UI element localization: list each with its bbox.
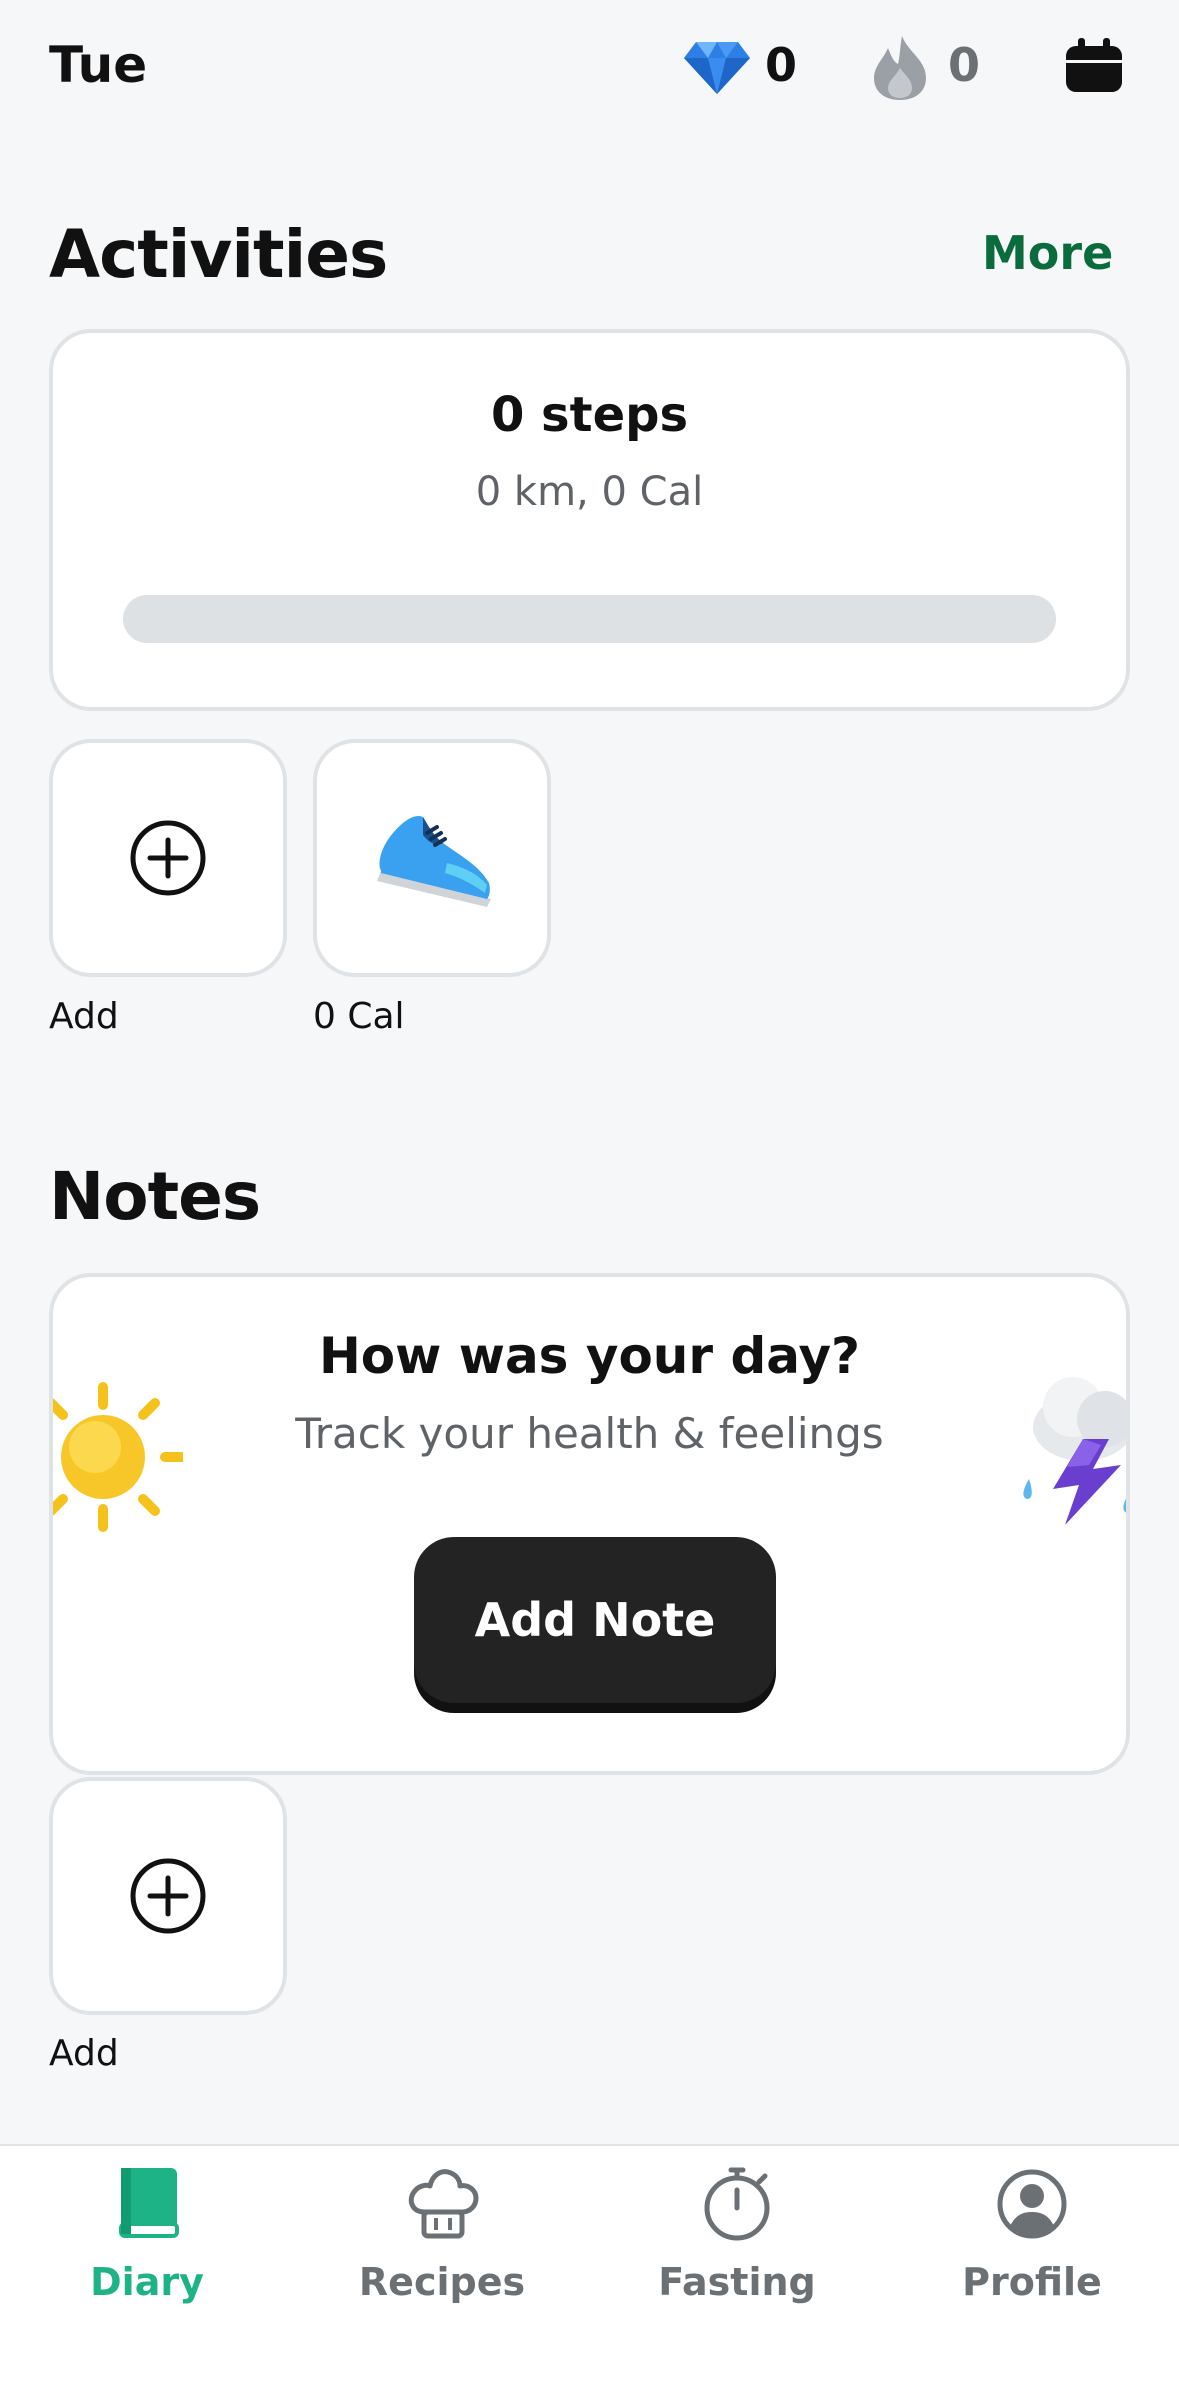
plus-circle-icon [130,820,206,896]
book-icon [119,2168,179,2238]
steps-distance-calories: 0 km, 0 Cal [475,469,704,515]
steps-card[interactable]: 0 steps 0 km, 0 Cal [49,329,1130,711]
activities-title: Activities [49,216,388,293]
nav-diary[interactable]: Diary [37,2166,257,2326]
nav-diary-label: Diary [90,2260,204,2304]
walking-calories-tile[interactable] [313,739,551,977]
add-activity-tile[interactable] [49,739,287,977]
day-label[interactable]: Tue [49,36,147,94]
walking-calories-label: 0 Cal [313,996,405,1037]
nav-fasting-label: Fasting [658,2260,816,2304]
add-activity-label: Add [49,996,119,1037]
nav-profile-label: Profile [962,2260,1102,2304]
add-note-label: Add [49,2033,119,2074]
gem-count: 0 [765,38,798,92]
streak-count: 0 [948,38,981,92]
nav-recipes-label: Recipes [358,2260,526,2304]
calendar-icon[interactable] [1064,38,1124,94]
day-prompt-title: How was your day? [318,1327,861,1385]
gem-icon[interactable] [682,40,752,96]
flame-icon[interactable] [868,34,932,102]
notes-title: Notes [49,1158,261,1235]
nav-profile[interactable]: Profile [922,2166,1142,2326]
nav-recipes[interactable]: Recipes [332,2166,552,2326]
plus-circle-icon [130,1858,206,1934]
bottom-navigation: Diary Recipes Fasting Profile [0,2144,1179,2396]
steps-progress-bar [123,595,1056,643]
notes-card: How was your day? Track your health & fe… [49,1273,1130,1775]
stopwatch-icon [704,2167,770,2241]
sneaker-icon [377,815,491,907]
more-link[interactable]: More [982,226,1113,280]
nav-fasting[interactable]: Fasting [627,2166,847,2326]
user-circle-icon [997,2169,1067,2239]
steps-count: 0 steps [490,387,689,443]
chef-hat-icon [408,2169,479,2239]
add-note-button[interactable]: Add Note [414,1537,776,1703]
add-note-tile[interactable] [49,1777,287,2015]
storm-cloud-icon [1023,1377,1126,1525]
day-prompt-subtitle: Track your health & feelings [295,1409,884,1458]
